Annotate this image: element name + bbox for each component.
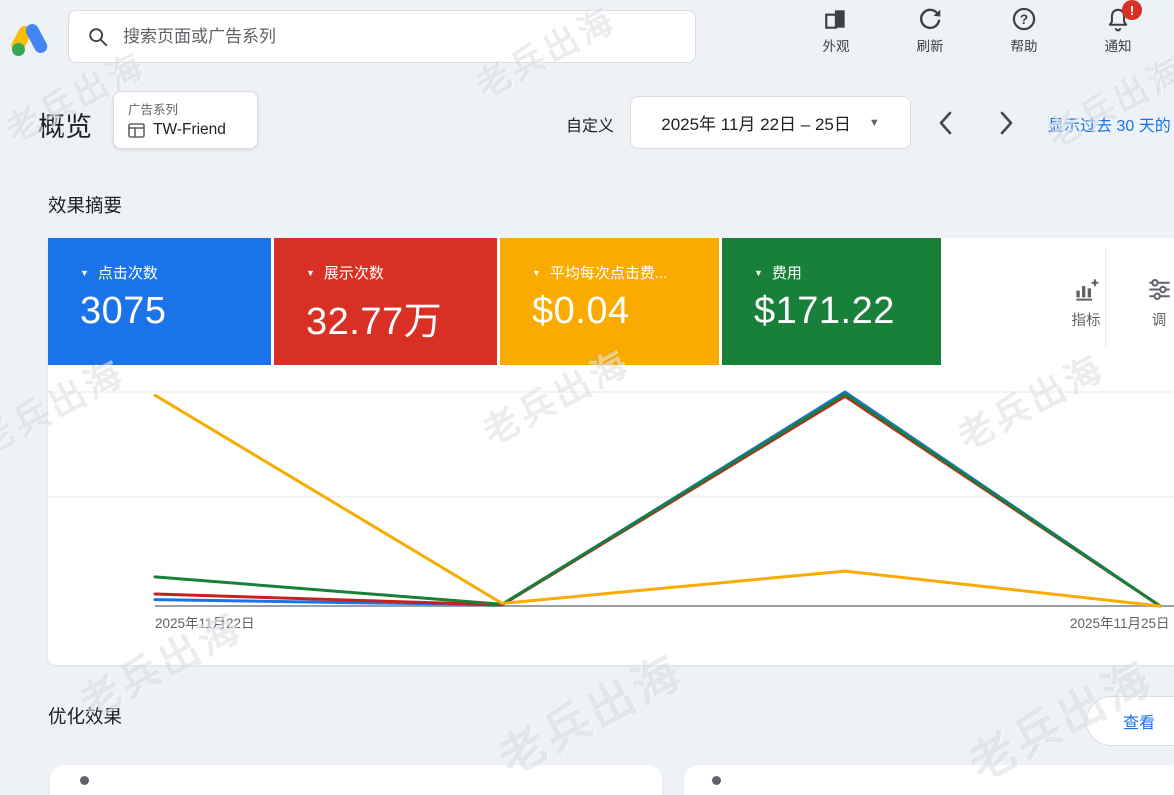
campaign-icon [128,122,145,138]
svg-text:?: ? [1020,12,1028,27]
metric-value: $171.22 [754,290,895,332]
refresh-icon [917,6,943,32]
campaign-chip[interactable]: 广告系列 TW-Friend [113,91,258,149]
search-icon [87,26,109,48]
campaign-chip-name: TW-Friend [153,121,226,138]
refresh-button[interactable]: 刷新 [902,6,958,55]
search-input[interactable] [123,26,677,47]
campaign-chip-type-label: 广告系列 [128,103,179,117]
logo-green-dot [12,43,25,56]
bottom-card-left [50,765,662,795]
performance-summary-heading: 效果摘要 [48,195,123,216]
search-bar[interactable] [68,10,696,63]
x-axis-label-start: 2025年11月22日 [155,616,255,631]
series-line-平均每次点击费用 [153,393,1162,608]
date-range-selector[interactable]: 2025年 11月 22日 – 25日 ▼ [630,96,911,149]
metrics-button-label: 指标 [1071,313,1101,329]
notifications-button[interactable]: ! 通知 [1090,0,1146,55]
metrics-chart-plus-icon [1073,276,1100,303]
refresh-label: 刷新 [916,39,944,54]
metric-dropdown-icon: ▼ [80,267,89,278]
bottom-card-right [684,765,1174,795]
notification-badge: ! [1122,0,1142,20]
metric-card-clicks[interactable]: ▼ 点击次数 3075 [48,238,271,365]
tune-sliders-icon [1146,276,1173,303]
metric-value: 3075 [80,290,167,332]
metric-card-impressions[interactable]: ▼ 展示次数 32.77万 [274,238,497,365]
topbar-actions: 外观 刷新 ? 帮助 ! 通知 [808,0,1146,55]
date-mode-label: 自定义 [566,118,615,135]
performance-chart: 2025年11月22日 2025年11月25日 [48,390,1174,631]
metric-card-cost[interactable]: ▼ 费用 $171.22 [722,238,941,365]
adjust-button[interactable]: 调 [1129,276,1174,330]
chevron-down-icon: ▼ [868,116,880,129]
appearance-icon [823,6,849,32]
metric-label: 平均每次点击费... [549,265,668,282]
chart-area: 2025年11月22日 2025年11月25日 [48,365,1174,665]
metric-card-row: ▼ 点击次数 3075 ▼ 展示次数 32.77万 ▼ 平均每次点击费... $0.0… [48,238,1174,365]
metric-value: $0.04 [532,290,630,332]
show-last-30-days-link[interactable]: 显示过去 30 天的 [1048,112,1171,136]
metric-dropdown-icon: ▼ [754,267,763,278]
next-period-button[interactable] [993,108,1019,138]
adjust-button-label: 调 [1151,313,1167,329]
appearance-button[interactable]: 外观 [808,6,864,55]
optimization-view-pill: 查看 [1086,696,1174,746]
help-label: 帮助 [1010,39,1038,54]
series-line-费用 [153,392,1162,608]
view-link[interactable]: 查看 [1123,709,1155,733]
watermark: 老兵出海 [1040,50,1174,156]
series-line-展示次数 [153,394,1162,608]
performance-summary-card: ▼ 点击次数 3075 ▼ 展示次数 32.77万 ▼ 平均每次点击费... $0.0… [48,238,1174,665]
previous-period-button[interactable] [933,108,959,138]
metric-card-avg-cpc[interactable]: ▼ 平均每次点击费... $0.04 [500,238,719,365]
metric-label: 展示次数 [323,265,384,282]
google-ads-logo[interactable] [9,21,50,58]
tools-divider [1105,248,1106,348]
metrics-button[interactable]: 指标 [1051,276,1121,330]
metric-value: 32.77万 [306,301,443,343]
metric-label: 费用 [771,265,802,282]
series-line-点击次数 [153,390,1162,608]
page-title: 概览 [38,112,92,142]
optimization-heading: 优化效果 [48,706,123,727]
appearance-label: 外观 [822,39,850,54]
notifications-label: 通知 [1104,39,1132,54]
metric-label: 点击次数 [97,265,158,282]
date-range-value: 2025年 11月 22日 – 25日 [661,115,851,134]
help-button[interactable]: ? 帮助 [996,6,1052,55]
metric-dropdown-icon: ▼ [306,267,315,278]
x-axis-label-end: 2025年11月25日 [1070,616,1170,631]
help-icon: ? [1011,6,1037,32]
metric-dropdown-icon: ▼ [532,267,541,278]
